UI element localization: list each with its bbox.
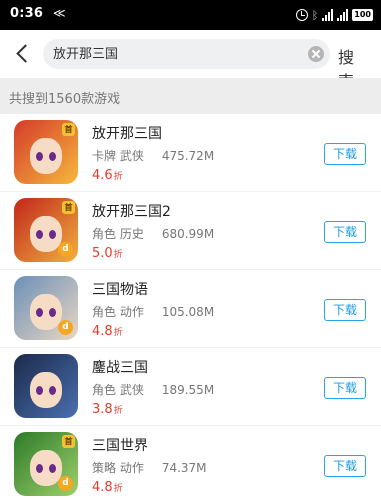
icon-eye — [49, 230, 56, 239]
game-icon-3[interactable]: d — [14, 276, 78, 340]
list-item[interactable]: 鏖战三国 角色 武侠 189.55M 3.8折 下载 — [0, 348, 381, 426]
platform-logo-icon: d — [58, 476, 73, 491]
game-size: 475.72M — [161, 149, 215, 163]
clear-icon[interactable] — [308, 46, 324, 62]
game-name[interactable]: 鏖战三国 — [92, 357, 148, 377]
discount-value: 5.0 — [92, 246, 113, 261]
game-icon-4[interactable] — [14, 354, 78, 418]
game-size: 189.55M — [161, 383, 215, 397]
discount-unit: 折 — [113, 406, 123, 416]
discount-label: 4.8折 — [92, 324, 123, 339]
search-box[interactable] — [43, 39, 330, 69]
icon-eye — [49, 308, 56, 317]
discount-label: 4.6折 — [92, 168, 123, 183]
search-input[interactable] — [53, 45, 293, 60]
download-button[interactable]: 下载 — [324, 455, 366, 477]
discount-unit: 折 — [113, 484, 123, 494]
download-button[interactable]: 下载 — [324, 299, 366, 321]
signal-icon — [322, 9, 334, 21]
status-icons: ᛒ 100 — [295, 6, 373, 24]
icon-eye — [36, 308, 43, 317]
game-name[interactable]: 三国世界 — [92, 435, 148, 455]
list-item[interactable]: d 三国物语 角色 动作 105.08M 4.8折 下载 — [0, 270, 381, 348]
game-meta: 角色 动作 105.08M — [92, 303, 214, 320]
signal-2-icon — [337, 9, 349, 21]
search-header: 搜 索 — [0, 30, 381, 91]
discount-label: 4.8折 — [92, 480, 123, 495]
icon-eye — [49, 464, 56, 473]
battery-icon: 100 — [352, 9, 373, 21]
discount-value: 4.8 — [92, 324, 113, 339]
game-meta: 角色 武侠 189.55M — [92, 381, 214, 398]
game-meta: 卡牌 武侠 475.72M — [92, 147, 214, 164]
game-size: 680.99M — [161, 227, 215, 241]
discount-value: 3.8 — [92, 402, 113, 417]
notification-icon: ≪ — [53, 6, 66, 20]
status-time: 0:36 — [10, 6, 44, 21]
game-tags: 角色 武侠 — [92, 383, 144, 397]
list-item[interactable]: 首 d 三国世界 策略 动作 74.37M 4.8折 下载 — [0, 426, 381, 500]
platform-logo-icon: d — [58, 242, 73, 257]
icon-eye — [36, 230, 43, 239]
first-release-badge: 首 — [62, 435, 75, 448]
download-button[interactable]: 下载 — [324, 221, 366, 243]
discount-label: 5.0折 — [92, 246, 123, 261]
icon-eye — [36, 386, 43, 395]
discount-unit: 折 — [113, 328, 123, 338]
icon-eye — [49, 152, 56, 161]
game-tags: 策略 动作 — [92, 461, 144, 475]
icon-eye — [36, 152, 43, 161]
list-item[interactable]: 首 放开那三国 卡牌 武侠 475.72M 4.6折 下载 — [0, 114, 381, 192]
platform-logo-icon: d — [58, 320, 73, 335]
game-tags: 角色 动作 — [92, 305, 144, 319]
result-count: 共搜到1560款游戏 — [9, 92, 121, 107]
game-icon-5[interactable]: 首 d — [14, 432, 78, 496]
discount-unit: 折 — [113, 250, 123, 260]
game-tags: 角色 历史 — [92, 227, 144, 241]
list-item[interactable]: 首 d 放开那三国2 角色 历史 680.99M 5.0折 下载 — [0, 192, 381, 270]
game-icon-1[interactable]: 首 — [14, 120, 78, 184]
icon-eye — [49, 386, 56, 395]
icon-face — [30, 294, 62, 330]
game-size: 74.37M — [161, 461, 207, 475]
discount-label: 3.8折 — [92, 402, 123, 417]
download-button[interactable]: 下载 — [324, 143, 366, 165]
alarm-icon — [295, 9, 308, 21]
game-size: 105.08M — [161, 305, 215, 319]
icon-eye — [36, 464, 43, 473]
icon-face — [30, 450, 62, 486]
game-meta: 角色 历史 680.99M — [92, 225, 214, 242]
first-release-badge: 首 — [62, 123, 75, 136]
download-button[interactable]: 下载 — [324, 377, 366, 399]
icon-face — [30, 372, 62, 408]
result-summary: 共搜到1560款游戏 — [0, 78, 381, 114]
game-name[interactable]: 放开那三国2 — [92, 201, 171, 221]
icon-face — [30, 138, 62, 174]
first-release-badge: 首 — [62, 201, 75, 214]
bluetooth-icon: ᛒ — [311, 8, 319, 22]
icon-face — [30, 216, 62, 252]
game-name[interactable]: 三国物语 — [92, 279, 148, 299]
discount-value: 4.8 — [92, 480, 113, 495]
discount-unit: 折 — [113, 172, 123, 182]
game-meta: 策略 动作 74.37M — [92, 459, 207, 476]
status-bar: 0:36 ≪ ᛒ 100 — [0, 0, 381, 30]
game-name[interactable]: 放开那三国 — [92, 123, 162, 143]
game-icon-2[interactable]: 首 d — [14, 198, 78, 262]
back-button[interactable] — [12, 42, 36, 66]
game-list: 首 放开那三国 卡牌 武侠 475.72M 4.6折 下载 首 d 放开那三国2 … — [0, 114, 381, 500]
discount-value: 4.6 — [92, 168, 113, 183]
game-tags: 卡牌 武侠 — [92, 149, 144, 163]
